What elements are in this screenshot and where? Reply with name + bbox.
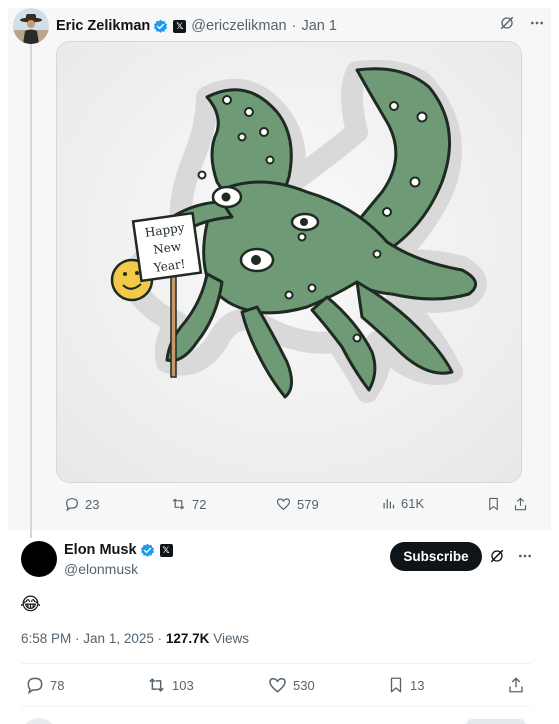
views-count: 61K [401, 496, 425, 511]
repost-count: 103 [172, 677, 194, 693]
repost-count: 72 [192, 496, 207, 512]
repost-button[interactable]: 103 [146, 675, 194, 695]
reply-button[interactable]: 23 [64, 496, 99, 512]
post-date[interactable]: Jan 1, 2025 [83, 631, 154, 646]
post-text: 😂 [20, 594, 42, 614]
repost-icon [149, 678, 164, 692]
subscribe-button[interactable]: Subscribe [390, 542, 482, 571]
post-views-label: Views [213, 631, 249, 646]
post-media-image[interactable]: Happy New Year! [56, 41, 522, 483]
views-button[interactable]: 61K [381, 496, 424, 511]
main-post-actions: 78 103 530 13 [21, 675, 531, 697]
reply-icon [66, 498, 78, 512]
cowboy-avatar-icon [13, 8, 49, 44]
like-button[interactable]: 530 [267, 675, 315, 695]
reply-count: 78 [50, 677, 65, 693]
bookmark-count: 13 [410, 677, 425, 693]
main-author-name[interactable]: Elon Musk [64, 542, 137, 558]
share-button[interactable] [513, 496, 528, 512]
main-author-handle[interactable]: @elonmusk [64, 561, 138, 577]
eric-avatar[interactable] [13, 8, 49, 44]
next-reply-button[interactable] [466, 719, 526, 724]
like-count: 530 [293, 677, 315, 693]
divider [21, 706, 531, 707]
like-button[interactable]: 579 [275, 496, 319, 512]
grok-icon[interactable] [499, 15, 515, 31]
heart-icon [269, 677, 286, 693]
grok-icon[interactable] [489, 548, 505, 564]
bookmark-button[interactable]: 13 [387, 675, 424, 695]
bookmark-icon [390, 677, 402, 693]
parent-author-name[interactable]: Eric Zelikman [56, 18, 150, 34]
reply-icon [27, 677, 43, 695]
x-affiliate-badge-icon: 𝕏 [159, 543, 173, 557]
reply-count: 23 [85, 496, 100, 512]
parent-post-actions: 23 72 579 61K [56, 496, 528, 516]
bookmark-icon [489, 497, 498, 511]
meta-separator: · [291, 18, 297, 34]
parent-post-header: Eric Zelikman 𝕏 @ericzelikman · Jan 1 [56, 16, 337, 36]
repost-button[interactable]: 72 [170, 496, 206, 512]
happy-new-year-sign: Happy New Year! [131, 211, 203, 283]
share-button[interactable] [507, 675, 525, 695]
verified-badge-icon [154, 19, 168, 33]
bookmark-button[interactable] [486, 496, 501, 512]
next-reply-avatar[interactable] [21, 718, 57, 724]
x-affiliate-badge-icon: 𝕏 [173, 19, 187, 33]
heart-icon [276, 498, 291, 511]
verified-badge-icon [140, 543, 154, 557]
analytics-icon [383, 499, 395, 509]
post-views-count: 127.7K [165, 631, 210, 646]
share-icon [509, 677, 523, 693]
thread-line [30, 42, 32, 538]
post-time[interactable]: 6:58 PM [21, 631, 71, 646]
more-options-icon[interactable] [529, 15, 545, 31]
parent-post-date[interactable]: Jan 1 [301, 18, 336, 34]
like-count: 579 [297, 496, 319, 512]
parent-post-icons [499, 15, 545, 31]
more-options-icon[interactable] [517, 548, 533, 564]
post-meta: 6:58 PM · Jan 1, 2025 · 127.7K Views [21, 631, 249, 646]
main-post-icons [489, 548, 533, 564]
octopus-illustration: Happy New Year! [57, 42, 521, 482]
elon-avatar[interactable] [21, 541, 57, 577]
share-icon [514, 497, 527, 511]
repost-icon [172, 498, 185, 510]
reply-button[interactable]: 78 [25, 675, 64, 695]
main-post-author-row: Elon Musk 𝕏 [64, 542, 173, 558]
parent-author-handle[interactable]: @ericzelikman [191, 18, 286, 34]
divider [21, 663, 531, 664]
